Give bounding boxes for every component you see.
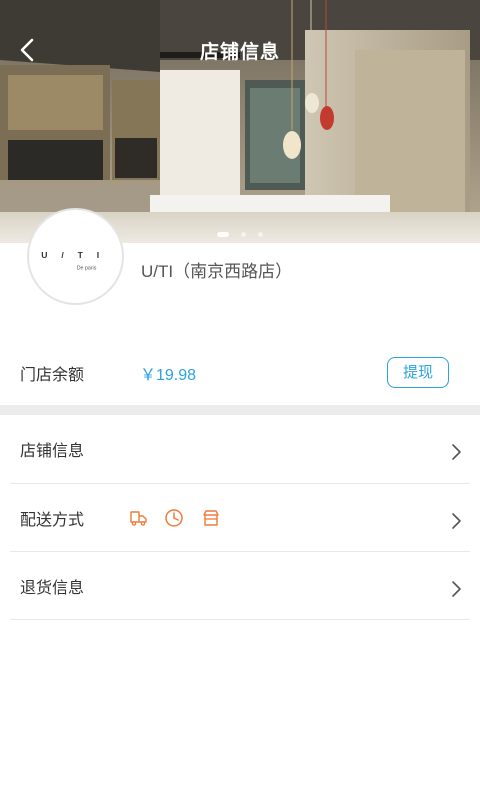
menu-item-store-info[interactable]: 店铺信息: [0, 415, 480, 483]
menu-item-return-info[interactable]: 退货信息: [0, 552, 480, 620]
store-banner-image[interactable]: 店铺信息: [0, 0, 480, 243]
balance-row: 门店余额 ￥19.98 提现: [0, 340, 480, 404]
store-logo-mark: U / T I De paris: [41, 250, 105, 272]
logo-text: U / T I: [41, 250, 105, 260]
menu-item-label: 店铺信息: [20, 443, 85, 460]
chevron-right-icon: [452, 513, 461, 529]
balance-label: 门店余额: [20, 367, 85, 384]
list-divider: [10, 619, 470, 620]
store-name: U/TI（南京西路店）: [141, 262, 293, 281]
chevron-right-icon: [452, 444, 461, 460]
carousel-dot[interactable]: [258, 232, 264, 238]
carousel-dot-active[interactable]: [216, 232, 229, 238]
menu-item-label: 配送方式: [20, 512, 85, 529]
delivery-truck-icon: [128, 508, 148, 528]
top-nav-bar: 店铺信息: [0, 0, 480, 100]
clock-icon: [164, 508, 184, 528]
carousel-dot[interactable]: [241, 232, 246, 238]
menu-item-label: 退货信息: [20, 580, 85, 597]
withdraw-button[interactable]: 提现: [387, 357, 449, 388]
section-divider: [0, 405, 480, 415]
store-logo: U / T I De paris: [27, 208, 124, 305]
logo-subtext: De paris: [77, 265, 97, 271]
page-title: 店铺信息: [199, 42, 280, 63]
chevron-right-icon: [452, 581, 461, 597]
store-icon: [201, 508, 221, 528]
balance-amount: ￥19.98: [140, 367, 197, 384]
delivery-icons: [128, 508, 233, 530]
menu-item-delivery-method[interactable]: 配送方式: [0, 484, 480, 552]
